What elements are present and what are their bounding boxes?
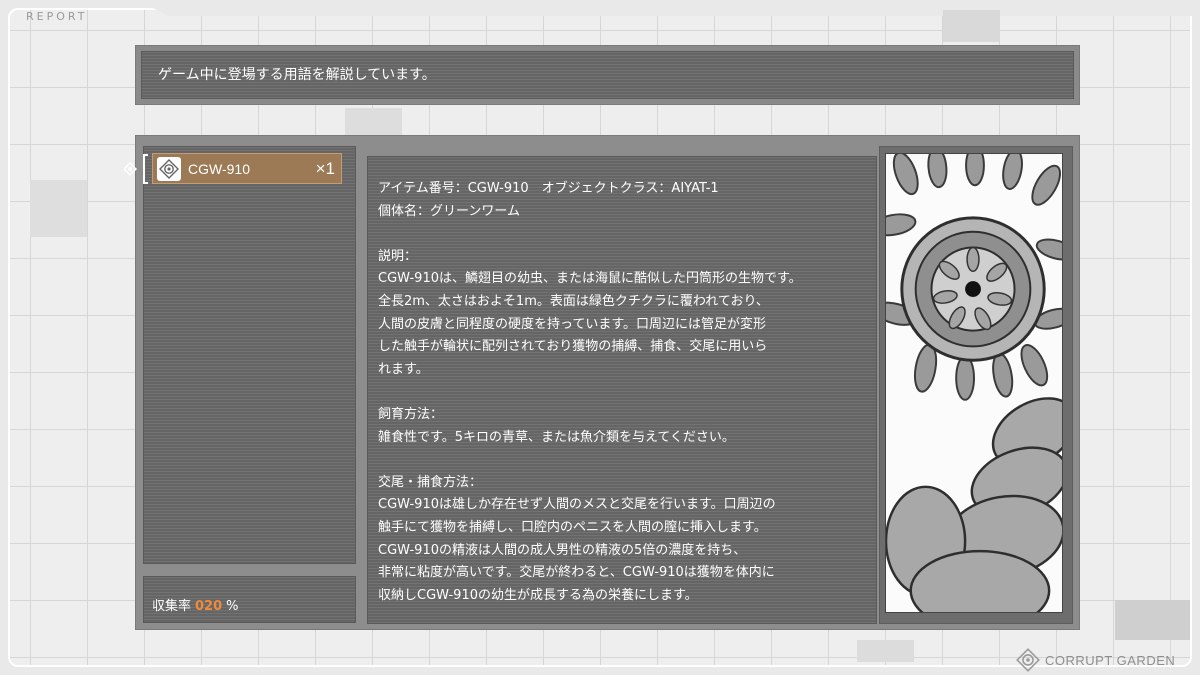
target-icon [157,156,181,181]
creature-illustration [885,153,1063,613]
selection-cursor-icon [124,154,148,184]
grid-tile [943,10,1000,42]
grid-tile [30,180,87,237]
brand-logo: CORRUPT GARDEN [1016,648,1175,672]
list-item-cgw-910[interactable]: CGW-910 ×1 [152,153,342,184]
collection-rate-unit: % [226,599,239,614]
header-text: ゲーム中に登場する用語を解説しています。 [158,67,436,83]
collection-rate-label: 収集率 [152,599,192,614]
item-name: CGW-910 [188,160,250,177]
collection-rate-value: 020 [195,599,223,614]
grid-tile [345,108,402,138]
item-list-panel [143,146,356,564]
brand-name: CORRUPT GARDEN [1045,652,1176,668]
item-description: アイテム番号：CGW-910 オブジェクトクラス：AIYAT-1 個体名：グリー… [378,181,802,603]
collection-rate: 収集率 020% [152,595,239,614]
grid-tile [857,640,914,662]
report-label: REPORT [26,10,88,23]
target-icon [1016,648,1040,672]
item-count: ×1 [315,159,335,178]
grid-tile [1115,600,1190,640]
